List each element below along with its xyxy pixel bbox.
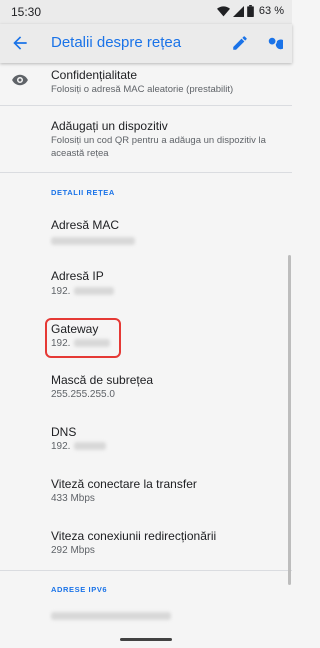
detail-subnet-value: 255.255.255.0 [51, 389, 115, 400]
redacted-value [51, 237, 135, 245]
battery-icon [247, 5, 254, 17]
detail-mac: Adresă MAC [0, 212, 292, 256]
detail-dns-label: DNS [51, 425, 77, 439]
divider [0, 570, 292, 571]
detail-rx-speed: Viteza conexiunii redirecționării 292 Mb… [0, 526, 292, 570]
add-device-title: Adăugați un dispozitiv [51, 119, 168, 133]
detail-subnet-label: Mască de subrețea [51, 373, 154, 387]
section-header-network-details: DETALII REȚEA [51, 188, 115, 197]
eye-privacy-icon [12, 74, 28, 86]
gateway-highlight-box [45, 318, 121, 358]
detail-dns: DNS 192. [0, 422, 292, 466]
detail-tx-speed: Viteză conectare la transfer 433 Mbps [0, 474, 292, 518]
redacted-value [74, 287, 114, 295]
detail-rx-speed-label: Viteza conexiunii redirecționării [51, 529, 217, 543]
search-icon[interactable] [265, 34, 283, 52]
edit-icon[interactable] [231, 34, 249, 52]
detail-mac-label: Adresă MAC [51, 218, 120, 232]
add-device-row[interactable]: Adăugați un dispozitiv Folosiți un cod Q… [0, 112, 292, 170]
home-indicator[interactable] [120, 638, 172, 641]
add-device-subtitle: Folosiți un cod QR pentru a adăuga un di… [51, 135, 266, 159]
page-title: Detalii despre rețea [51, 34, 182, 51]
status-time: 15:30 [11, 5, 42, 19]
arrow-back-icon[interactable] [10, 33, 30, 53]
detail-tx-speed-value: 433 Mbps [51, 493, 95, 504]
redacted-value [74, 442, 106, 450]
privacy-title: Confidențialitate [51, 68, 138, 82]
section-header-ipv6: ADRESE IPV6 [51, 585, 108, 594]
detail-tx-speed-label: Viteză conectare la transfer [51, 477, 197, 491]
battery-percent: 63 % [258, 5, 284, 17]
divider [0, 172, 292, 173]
app-bar: Detalii despre rețea [0, 24, 292, 63]
detail-ip: Adresă IP 192. [0, 264, 292, 308]
privacy-subtitle: Folosiți o adresă MAC aleatorie (prestab… [51, 84, 234, 95]
detail-rx-speed-value: 292 Mbps [51, 545, 95, 556]
detail-gateway: Gateway 192. [0, 317, 292, 361]
detail-subnet: Mască de subrețea 255.255.255.0 [0, 370, 292, 414]
status-icons: 63 % [216, 5, 284, 17]
redacted-value [51, 612, 171, 620]
wifi-icon [216, 5, 230, 16]
privacy-row[interactable]: Confidențialitate Folosiți o adresă MAC … [0, 63, 292, 105]
scrollbar[interactable] [288, 255, 291, 585]
signal-icon [232, 5, 244, 17]
detail-ip-label: Adresă IP [51, 269, 104, 283]
divider [0, 105, 292, 106]
status-bar: 15:30 63 % [0, 0, 292, 24]
